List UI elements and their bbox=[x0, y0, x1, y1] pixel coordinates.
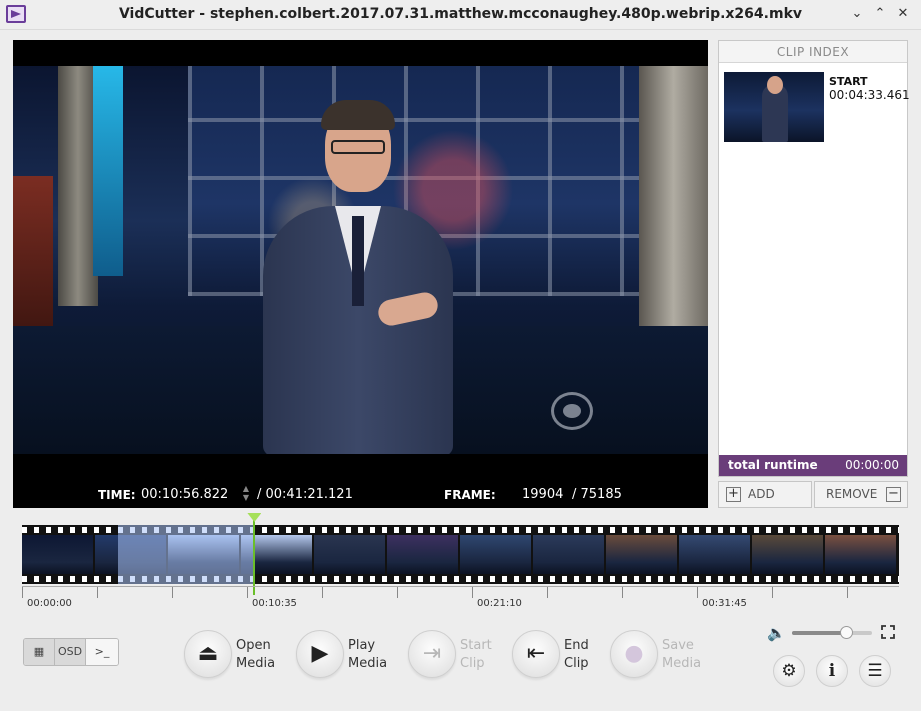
start-clip-label: Start Clip bbox=[460, 637, 510, 673]
current-time[interactable]: 00:10:56.822 bbox=[141, 487, 228, 502]
play-media-line2: Media bbox=[348, 656, 388, 671]
total-runtime-value: 00:00:00 bbox=[845, 458, 899, 472]
time-label: TIME: bbox=[98, 488, 136, 502]
play-media-label: Play Media bbox=[348, 637, 398, 673]
add-clip-button[interactable]: + ADD bbox=[718, 481, 812, 508]
end-clip-icon: ⇤ bbox=[526, 641, 546, 666]
end-clip-line1: End bbox=[564, 638, 589, 653]
title-bar: VidCutter - stephen.colbert.2017.07.31.m… bbox=[0, 0, 921, 30]
blue-light-panel bbox=[93, 66, 123, 276]
open-media-label: Open Media bbox=[236, 637, 286, 673]
osd-button[interactable]: OSD bbox=[55, 639, 86, 665]
clip-selection-region[interactable] bbox=[118, 525, 255, 584]
clip-index-panel: CLIP INDEX START 00:04:33.461 total runt… bbox=[718, 40, 910, 477]
clip-index-header: CLIP INDEX bbox=[719, 41, 907, 63]
tick-label: 00:00:00 bbox=[27, 598, 72, 609]
remove-clip-button[interactable]: REMOVE − bbox=[814, 481, 908, 508]
total-runtime-bar: total runtime 00:00:00 bbox=[719, 455, 907, 476]
play-icon: ▶ bbox=[311, 641, 329, 666]
gear-icon: ⚙ bbox=[781, 661, 797, 681]
timeline-thumbnail bbox=[387, 535, 460, 574]
time-bar: TIME: 00:10:56.822 ▲ ▼ / 00:41:21.121 FRA… bbox=[13, 480, 708, 508]
total-runtime-label: total runtime bbox=[728, 458, 818, 472]
clip-list-item[interactable]: START 00:04:33.461 bbox=[724, 72, 910, 144]
volume-level bbox=[792, 631, 847, 635]
video-frame bbox=[13, 66, 708, 454]
timeline-thumbnail bbox=[752, 535, 825, 574]
start-clip-line2: Clip bbox=[460, 656, 485, 671]
tick-label: 00:10:35 bbox=[252, 598, 297, 609]
minus-icon: − bbox=[886, 487, 901, 502]
timeline-filmstrip[interactable] bbox=[22, 525, 899, 584]
studio-pillar-left bbox=[58, 66, 98, 306]
studio-desk bbox=[13, 176, 53, 346]
timeline-thumbnail bbox=[460, 535, 533, 574]
end-clip-line2: Clip bbox=[564, 656, 589, 671]
console-button[interactable]: >_ bbox=[86, 639, 118, 665]
playhead[interactable] bbox=[253, 513, 256, 595]
timeline-thumbnail bbox=[825, 535, 898, 574]
open-media-line2: Media bbox=[236, 656, 276, 671]
list-menu-icon: ☰ bbox=[867, 661, 883, 681]
remove-label: REMOVE bbox=[826, 487, 878, 501]
open-media-line1: Open bbox=[236, 638, 271, 653]
info-button[interactable]: i bbox=[816, 655, 848, 687]
eject-icon: ⏏ bbox=[197, 641, 219, 666]
save-media-line1: Save bbox=[662, 638, 694, 653]
total-frames: / 75185 bbox=[572, 487, 622, 502]
total-time: / 00:41:21.121 bbox=[257, 487, 353, 502]
fullscreen-icon[interactable] bbox=[881, 625, 895, 639]
host-hair bbox=[321, 100, 395, 130]
timeline-thumbnail bbox=[314, 535, 387, 574]
minimize-button[interactable]: ⌄ bbox=[849, 6, 865, 22]
timeline-thumbnail bbox=[22, 535, 95, 574]
maximize-button[interactable]: ⌃ bbox=[872, 6, 888, 22]
settings-button[interactable]: ⚙ bbox=[773, 655, 805, 687]
save-media-label: Save Media bbox=[662, 637, 712, 673]
save-media-line2: Media bbox=[662, 656, 702, 671]
window-title: VidCutter - stephen.colbert.2017.07.31.m… bbox=[118, 6, 803, 22]
frame-label: FRAME: bbox=[444, 488, 496, 502]
clip-start-label: START bbox=[829, 75, 868, 88]
video-player[interactable]: TIME: 00:10:56.822 ▲ ▼ / 00:41:21.121 FRA… bbox=[13, 40, 708, 508]
close-button[interactable]: ✕ bbox=[895, 6, 911, 22]
playhead-handle[interactable] bbox=[247, 513, 262, 522]
cbs-logo-icon bbox=[551, 392, 593, 430]
host-glasses bbox=[331, 140, 385, 154]
speaker-icon[interactable]: 🔈 bbox=[767, 624, 786, 642]
save-icon: ● bbox=[624, 641, 644, 666]
plus-icon: + bbox=[726, 487, 741, 502]
start-clip-line1: Start bbox=[460, 638, 492, 653]
play-media-line1: Play bbox=[348, 638, 376, 653]
tick-label: 00:31:45 bbox=[702, 598, 747, 609]
clip-thumbnail bbox=[724, 72, 824, 142]
end-clip-label: End Clip bbox=[564, 637, 614, 673]
menu-button[interactable]: ☰ bbox=[859, 655, 891, 687]
volume-slider[interactable] bbox=[792, 631, 872, 635]
timeline-thumbnail bbox=[606, 535, 679, 574]
timeline-thumbnail bbox=[679, 535, 752, 574]
tick-label: 00:21:10 bbox=[477, 598, 522, 609]
host-tie bbox=[352, 216, 364, 306]
volume-handle[interactable] bbox=[840, 626, 854, 639]
clip-start-time: 00:04:33.461 bbox=[829, 88, 910, 102]
current-frame[interactable]: 19904 bbox=[522, 487, 563, 502]
view-mode-toggle: ▦ OSD >_ bbox=[23, 638, 119, 666]
time-spinner-icon[interactable]: ▲ ▼ bbox=[241, 484, 251, 504]
add-label: ADD bbox=[748, 487, 775, 501]
info-icon: i bbox=[828, 661, 836, 681]
timeline-thumbnail bbox=[533, 535, 606, 574]
timeline-ruler bbox=[22, 586, 899, 598]
start-clip-icon: ⇥ bbox=[422, 641, 442, 666]
video-mode-button[interactable]: ▦ bbox=[24, 639, 55, 665]
